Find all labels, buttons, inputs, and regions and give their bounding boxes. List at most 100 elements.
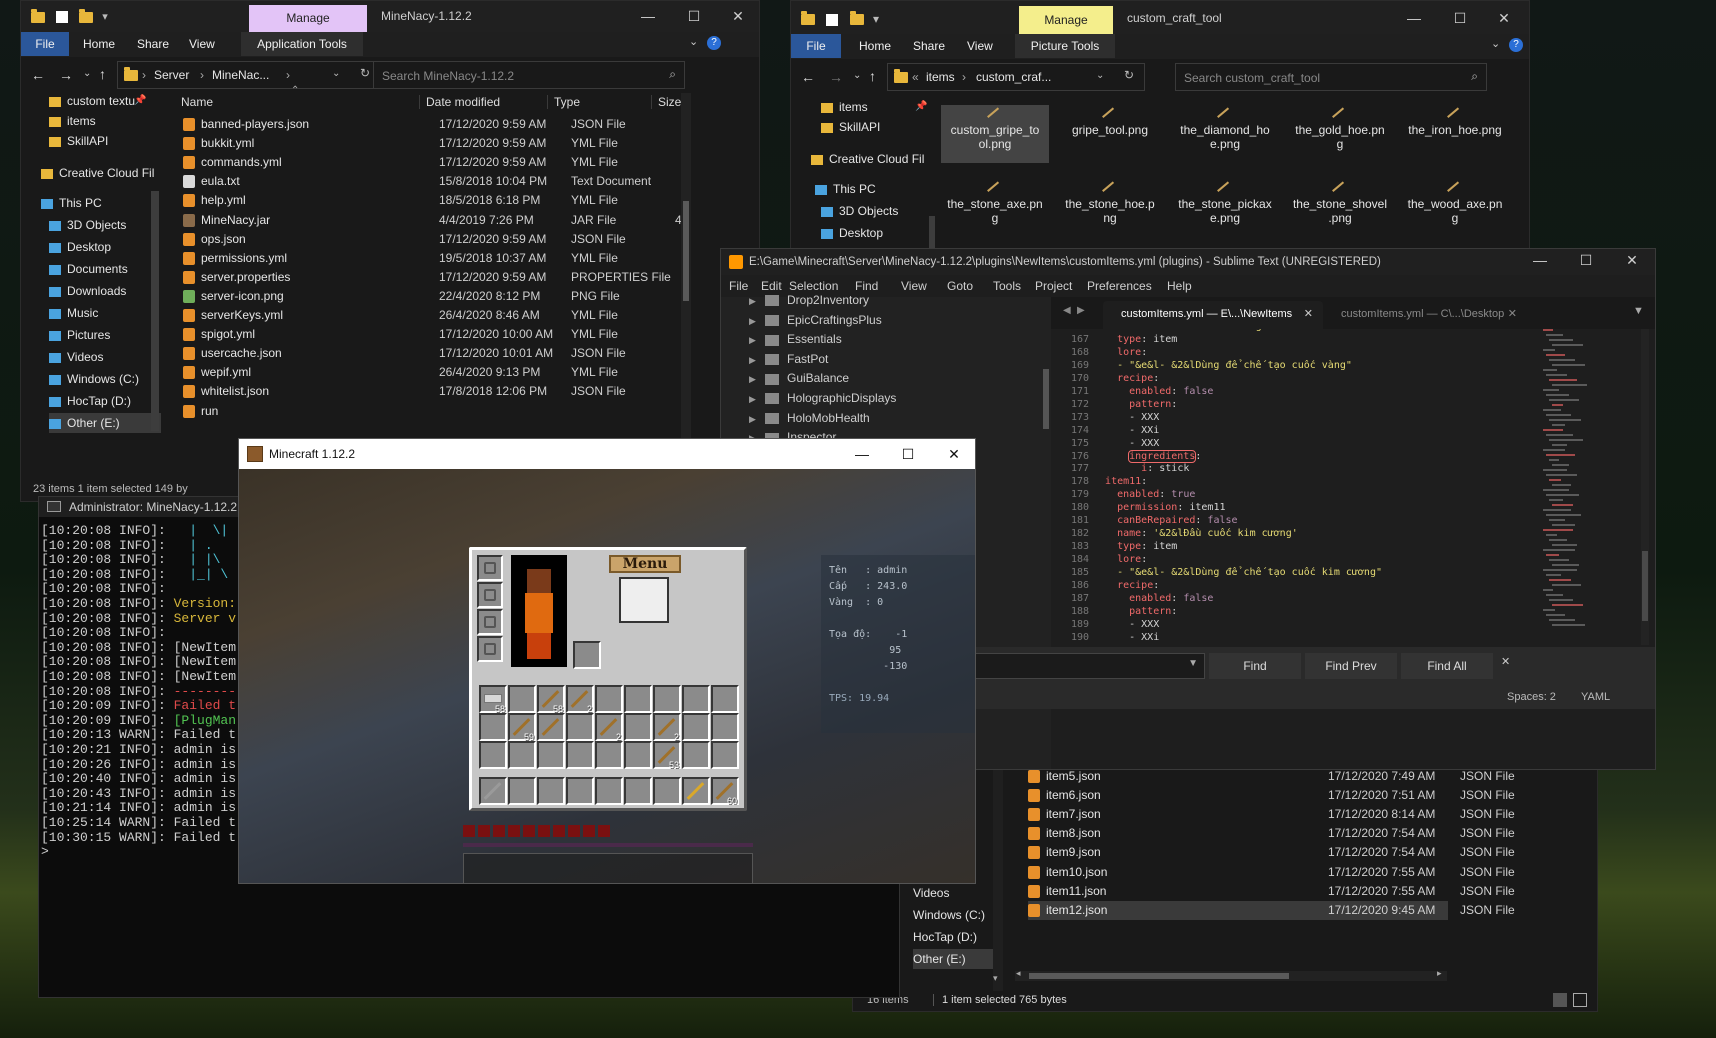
file-row[interactable]: server.properties 17/12/2020 9:59 AM PROPE… (161, 268, 681, 287)
inventory-slot[interactable]: 2 (595, 713, 623, 742)
offhand-slot[interactable] (573, 641, 601, 669)
minimap[interactable] (1543, 329, 1613, 645)
tab-share[interactable]: Share (137, 32, 169, 56)
armor-slot[interactable] (477, 582, 503, 608)
nav-item[interactable]: This PC (41, 193, 161, 213)
scrollbar-thumb[interactable] (1029, 973, 1289, 979)
inventory-slot[interactable] (624, 713, 652, 741)
menu-book-icon[interactable] (619, 577, 669, 623)
new-folder-icon[interactable] (849, 11, 864, 26)
up-icon[interactable]: ↑ (869, 68, 876, 84)
help-icon[interactable]: ? (1509, 38, 1523, 52)
tab-home[interactable]: Home (859, 34, 891, 58)
nav-item[interactable]: SkillAPI (49, 131, 161, 151)
search-box[interactable]: Search custom_craft_tool ⌕ (1175, 63, 1487, 91)
hotbar[interactable] (463, 853, 753, 883)
minimize-button[interactable]: — (839, 439, 885, 469)
maximize-button[interactable]: ☐ (1437, 3, 1483, 33)
image-thumbnail[interactable]: the_stone_axe.pn g (941, 179, 1049, 231)
sidebar-folder[interactable]: ▶ Essentials (749, 330, 842, 349)
breadcrumb-server[interactable]: Server (154, 68, 189, 82)
nav-item[interactable]: Music (49, 303, 161, 323)
image-thumbnail[interactable]: the_stone_shovel .png (1286, 179, 1394, 231)
inventory-slot[interactable] (682, 685, 710, 713)
inventory-slot[interactable]: 2 (653, 713, 681, 742)
close-button[interactable]: ✕ (715, 1, 759, 31)
sidebar-folder[interactable]: ▶ EpicCraftingsPlus (749, 311, 882, 330)
inventory-slot[interactable] (711, 713, 739, 741)
search-box[interactable]: Search MineNacy-1.12.2 ⌕ (373, 61, 685, 89)
image-thumbnail[interactable]: the_diamond_ho e.png (1171, 105, 1279, 163)
inventory-slot[interactable]: 2 (566, 685, 594, 714)
column-header-date[interactable]: Date modified (419, 95, 500, 109)
folder-expand-icon[interactable]: ▶ (749, 370, 761, 389)
address-dropdown-icon[interactable]: ⌄ (332, 68, 340, 79)
column-header-name[interactable]: Name (181, 95, 213, 109)
tab-view[interactable]: View (967, 34, 993, 58)
hotbar-slot[interactable] (595, 777, 623, 805)
qat-dropdown-icon[interactable]: ▾ (102, 11, 108, 23)
minimize-button[interactable]: — (625, 1, 671, 31)
manage-tab[interactable]: Manage (1019, 6, 1113, 34)
hotbar-slot[interactable] (479, 777, 507, 805)
file-row[interactable]: help.yml 18/5/2018 6:18 PM YML File (161, 191, 681, 210)
tab-inactive[interactable]: customItems.yml — C\...\Desktop ✕ (1325, 301, 1525, 329)
editor-scrollbar-thumb[interactable] (1642, 551, 1648, 621)
nav-item[interactable]: Desktop (49, 237, 161, 257)
hotbar-slot[interactable] (653, 777, 681, 805)
file-row[interactable]: item8.json 17/12/2020 7:54 AM JSON File (1028, 824, 1515, 843)
nav-item[interactable]: Windows (C:) (913, 905, 985, 925)
nav-item[interactable]: items (49, 111, 161, 131)
menu-file[interactable]: File (729, 279, 748, 293)
image-thumbnail[interactable]: the_stone_pickax e.png (1171, 179, 1279, 231)
back-icon[interactable]: ← (801, 69, 815, 85)
large-icons-view-icon[interactable] (1573, 993, 1587, 1007)
inventory-slot[interactable] (624, 741, 652, 769)
find-button[interactable]: Find (1209, 653, 1301, 679)
properties-icon[interactable] (826, 13, 839, 26)
find-close-icon[interactable]: ✕ (1501, 655, 1510, 668)
inventory-slot[interactable] (653, 685, 681, 713)
tab-active[interactable]: customItems.yml — E\...\NewItems ✕ (1103, 301, 1323, 329)
inventory-slot[interactable] (595, 741, 623, 769)
scrollbar-thumb[interactable] (683, 201, 689, 301)
inventory-slot[interactable] (711, 685, 739, 713)
ribbon-expand-icon[interactable]: ⌄ (1491, 37, 1500, 50)
maximize-button[interactable]: ☐ (1563, 249, 1609, 273)
tab-prev-icon[interactable]: ◀ (1063, 305, 1071, 316)
editor-area[interactable]: 1661671681691701711721731741751761771781… (1051, 329, 1655, 645)
file-row[interactable]: banned-players.json 17/12/2020 9:59 AM JSO… (161, 115, 681, 134)
find-history-dropdown-icon[interactable]: ▼ (1188, 658, 1198, 669)
file-row[interactable]: item9.json 17/12/2020 7:54 AM JSON File (1028, 843, 1515, 862)
sidebar-folder[interactable]: ▶ Drop2Inventory (749, 291, 869, 310)
file-row[interactable]: commands.yml 17/12/2020 9:59 AM YML File (161, 153, 681, 172)
nav-item[interactable]: This PC (815, 179, 931, 199)
file-row[interactable]: permissions.yml 19/5/2018 10:37 AM YML Fil… (161, 249, 681, 268)
nav-item[interactable]: 3D Objects (821, 201, 931, 221)
inventory-slot[interactable] (595, 685, 623, 713)
inventory-slot[interactable] (479, 741, 507, 769)
inventory-slot[interactable] (682, 713, 710, 741)
tab-dropdown-icon[interactable]: ▼ (1633, 305, 1644, 317)
nav-item[interactable]: Other (E:) (49, 413, 161, 433)
file-row[interactable]: ops.json 17/12/2020 9:59 AM JSON File (161, 230, 681, 249)
nav-item[interactable]: Other (E:) (913, 949, 993, 969)
sidebar-folder[interactable]: ▶ FastPot (749, 350, 828, 369)
find-all-button[interactable]: Find All (1401, 653, 1493, 679)
file-row[interactable]: wepif.yml 26/4/2020 9:13 PM YML File (161, 363, 681, 382)
nav-item[interactable]: 3D Objects (49, 215, 161, 235)
recent-dropdown-icon[interactable]: ⌄ (83, 68, 91, 79)
nav-item[interactable]: Creative Cloud Fil (41, 163, 161, 183)
tab-application-tools[interactable]: Application Tools (241, 32, 363, 56)
file-row[interactable]: whitelist.json 17/8/2018 12:06 PM JSON Fil… (161, 382, 681, 401)
file-row[interactable]: serverKeys.yml 26/4/2020 8:46 AM YML File (161, 306, 681, 325)
nav-scrollbar[interactable] (929, 216, 935, 249)
tab-picture-tools[interactable]: Picture Tools (1015, 34, 1115, 58)
minimize-button[interactable]: — (1391, 3, 1437, 33)
column-header-type[interactable]: Type (547, 95, 580, 109)
find-prev-button[interactable]: Find Prev (1305, 653, 1397, 679)
inventory-slot[interactable] (537, 741, 565, 769)
pin-icon[interactable]: 📌 (915, 101, 927, 112)
breadcrumb-custom-craft[interactable]: custom_craf... (976, 70, 1051, 84)
menu-preferences[interactable]: Preferences (1087, 279, 1152, 293)
